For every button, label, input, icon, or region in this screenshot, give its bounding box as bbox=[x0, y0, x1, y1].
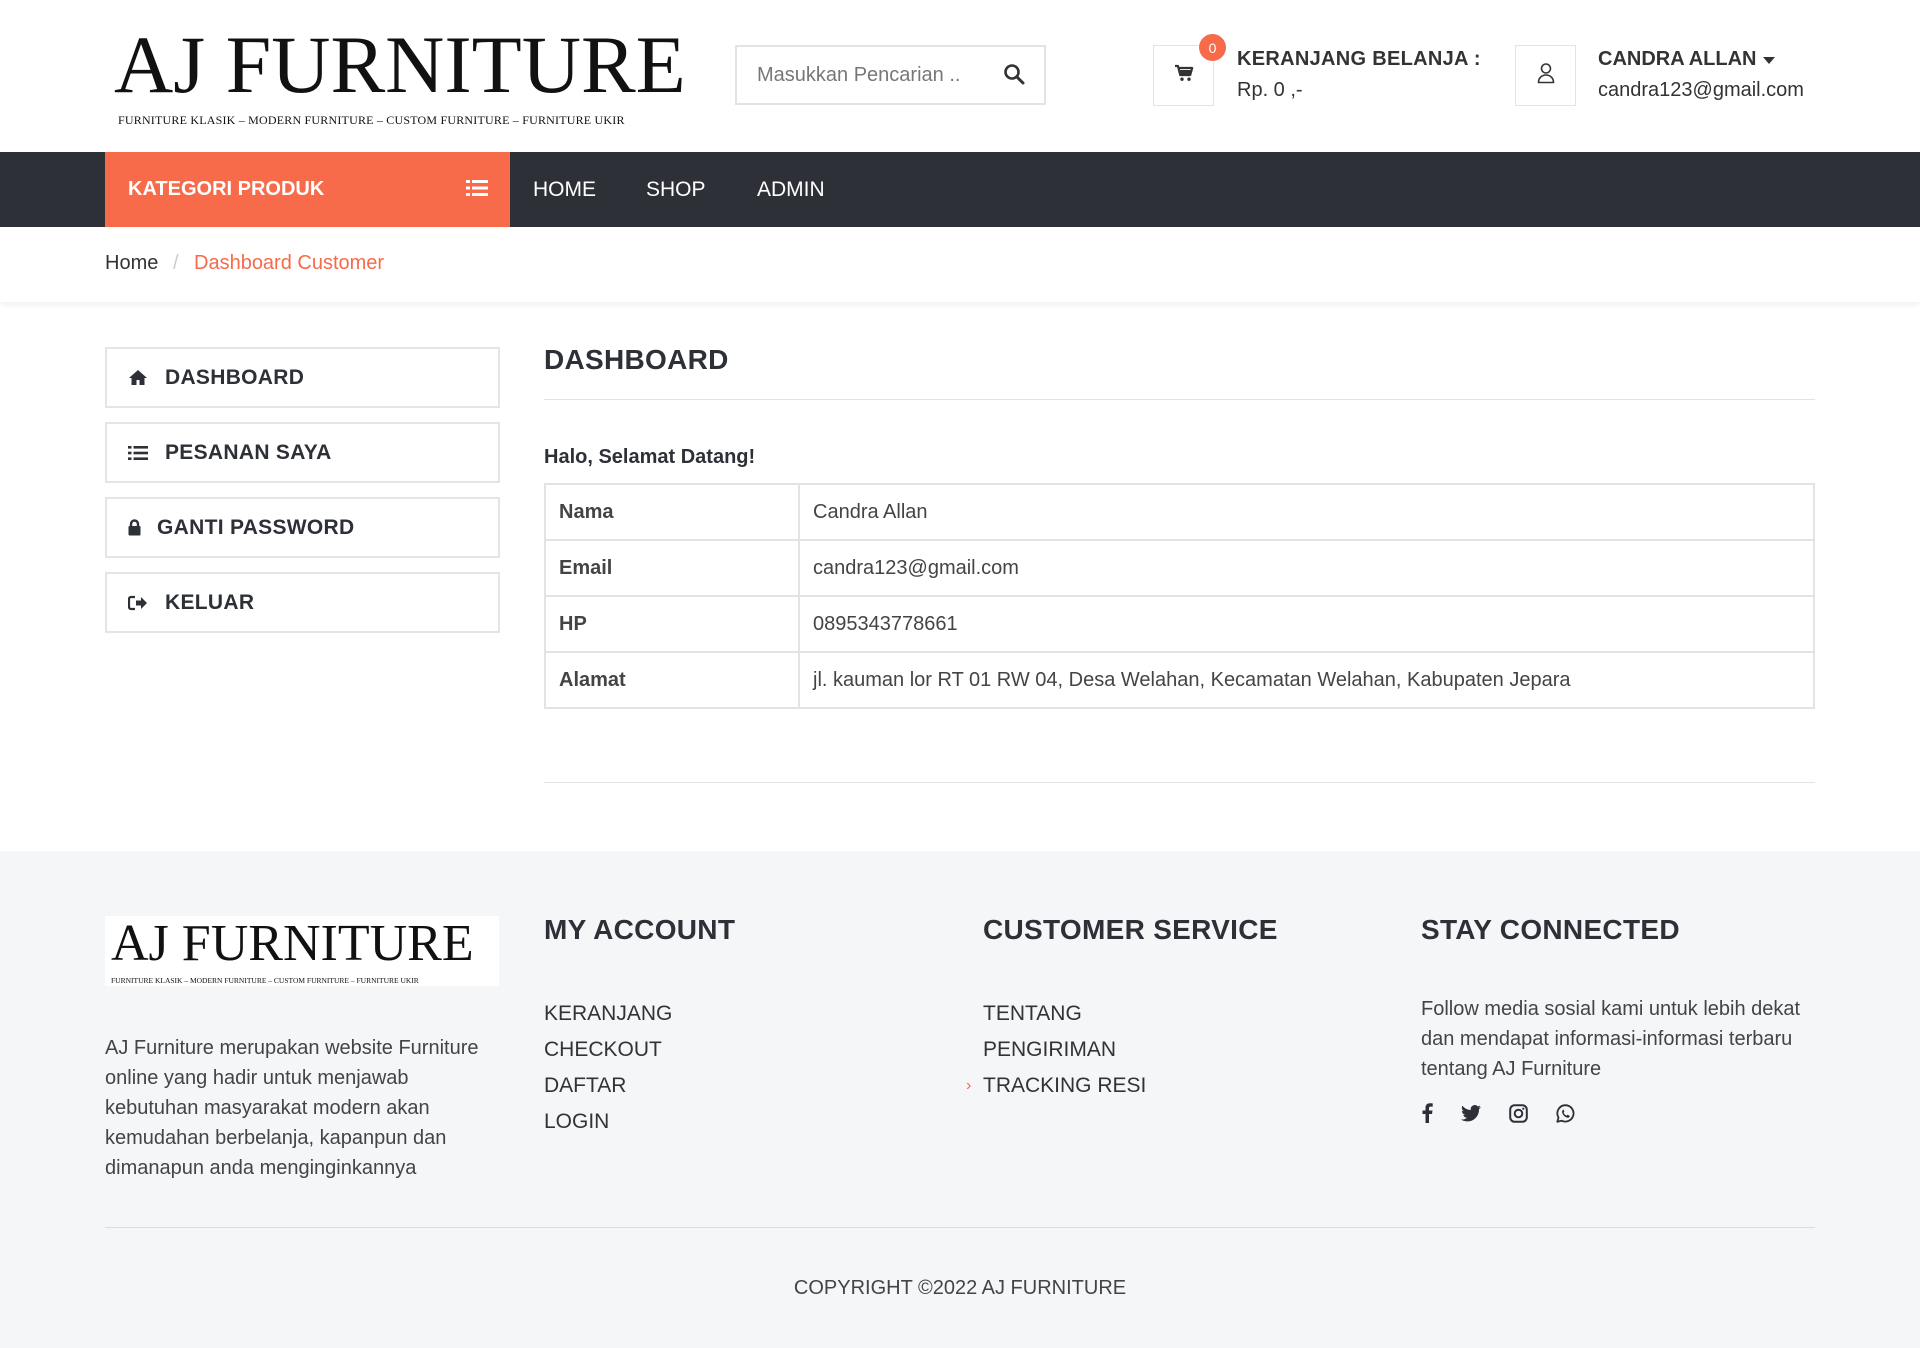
site-header: AJ FURNITURE FURNITURE KLASIK – MODERN F… bbox=[0, 0, 1920, 152]
list-icon bbox=[466, 179, 488, 203]
footer-heading-stay-connected: STAY CONNECTED bbox=[1421, 914, 1680, 945]
divider bbox=[105, 1227, 1815, 1228]
site-footer: AJ FURNITURE FURNITURE KLASIK – MODERN F… bbox=[0, 851, 1920, 1348]
footer-link-daftar[interactable]: DAFTAR bbox=[544, 1068, 672, 1104]
facebook-icon[interactable] bbox=[1416, 1102, 1438, 1124]
sidebar-item-label: DASHBOARD bbox=[165, 365, 305, 389]
table-row: Nama Candra Allan bbox=[544, 483, 1815, 541]
nav-home[interactable]: HOME bbox=[533, 152, 596, 227]
table-key: Email bbox=[544, 539, 800, 597]
category-menu-label: KATEGORI PRODUK bbox=[128, 178, 325, 200]
table-row: Alamat jl. kauman lor RT 01 RW 04, Desa … bbox=[544, 651, 1815, 709]
cart-title[interactable]: KERANJANG BELANJA : bbox=[1237, 48, 1481, 71]
footer-link-pengiriman[interactable]: PENGIRIMAN bbox=[983, 1032, 1146, 1068]
search-input[interactable] bbox=[737, 47, 977, 103]
footer-link-tentang[interactable]: TENTANG bbox=[983, 996, 1146, 1032]
table-row: Email candra123@gmail.com bbox=[544, 539, 1815, 597]
home-icon bbox=[127, 369, 149, 386]
nav-shop[interactable]: SHOP bbox=[646, 152, 706, 227]
breadcrumb: Home / Dashboard Customer bbox=[0, 227, 1920, 302]
footer-stay-connected-text: Follow media sosial kami untuk lebih dek… bbox=[1421, 998, 1801, 1080]
divider bbox=[544, 399, 1815, 400]
category-menu-button[interactable]: KATEGORI PRODUK bbox=[105, 152, 510, 227]
cart-icon bbox=[1174, 64, 1194, 87]
sidebar-item-label: PESANAN SAYA bbox=[165, 440, 332, 464]
footer-link-keranjang[interactable]: KERANJANG bbox=[544, 996, 672, 1032]
sidebar-item-dashboard[interactable]: DASHBOARD bbox=[105, 347, 500, 408]
sidebar-item-pesanan-saya[interactable]: PESANAN SAYA bbox=[105, 422, 500, 483]
twitter-icon[interactable] bbox=[1460, 1102, 1482, 1124]
list-icon bbox=[127, 445, 149, 461]
table-value: jl. kauman lor RT 01 RW 04, Desa Welahan… bbox=[798, 651, 1815, 709]
footer-about: AJ Furniture merupakan website Furniture… bbox=[105, 1037, 479, 1179]
sidebar-item-ganti-password[interactable]: GANTI PASSWORD bbox=[105, 497, 500, 558]
divider bbox=[544, 782, 1815, 783]
sign-out-icon bbox=[127, 595, 149, 611]
table-key: HP bbox=[544, 595, 800, 653]
footer-link-checkout[interactable]: CHECKOUT bbox=[544, 1032, 672, 1068]
main-navbar: KATEGORI PRODUK HOME SHOP ADMIN bbox=[0, 152, 1920, 227]
user-email: candra123@gmail.com bbox=[1598, 79, 1804, 101]
instagram-icon[interactable] bbox=[1507, 1102, 1529, 1124]
footer-logo-tagline: FURNITURE KLASIK – MODERN FURNITURE – CU… bbox=[111, 976, 419, 985]
breadcrumb-home[interactable]: Home bbox=[105, 252, 158, 275]
page-title: DASHBOARD bbox=[544, 344, 729, 375]
copyright-text: COPYRIGHT ©2022 AJ FURNITURE bbox=[793, 1277, 1127, 1299]
breadcrumb-separator: / bbox=[173, 252, 179, 274]
search-box bbox=[735, 45, 1046, 105]
table-row: HP 0895343778661 bbox=[544, 595, 1815, 653]
sidebar-item-keluar[interactable]: KELUAR bbox=[105, 572, 500, 633]
table-value: candra123@gmail.com bbox=[798, 539, 1815, 597]
footer-logo-title: AJ FURNITURE bbox=[111, 915, 474, 972]
table-value: Candra Allan bbox=[798, 483, 1815, 541]
chevron-right-icon: › bbox=[966, 1077, 972, 1094]
footer-link-label: TRACKING RESI bbox=[983, 1074, 1147, 1097]
caret-down-icon bbox=[1762, 48, 1775, 71]
user-menu-toggle[interactable]: CANDRA ALLAN bbox=[1598, 48, 1775, 71]
user-icon bbox=[1536, 62, 1556, 89]
footer-customer-service-links: TENTANG PENGIRIMAN › TRACKING RESI bbox=[966, 996, 1147, 1104]
sidebar-item-label: GANTI PASSWORD bbox=[157, 515, 355, 539]
footer-heading-customer-service: CUSTOMER SERVICE bbox=[983, 914, 1278, 945]
search-icon[interactable] bbox=[1002, 62, 1028, 88]
breadcrumb-current: Dashboard Customer bbox=[194, 252, 385, 274]
logo-tagline: FURNITURE KLASIK – MODERN FURNITURE – CU… bbox=[118, 113, 625, 127]
nav-admin[interactable]: ADMIN bbox=[757, 152, 825, 227]
cart-total: Rp. 0 ,- bbox=[1237, 79, 1303, 101]
sidebar-item-label: KELUAR bbox=[165, 590, 255, 614]
site-logo[interactable]: AJ FURNITURE FURNITURE KLASIK – MODERN F… bbox=[114, 24, 704, 130]
table-value: 0895343778661 bbox=[798, 595, 1815, 653]
customer-info-table: Nama Candra Allan Email candra123@gmail.… bbox=[544, 483, 1815, 709]
cart-count-badge: 0 bbox=[1199, 34, 1226, 61]
logo-title: AJ FURNITURE bbox=[114, 19, 686, 110]
footer-heading-my-account: MY ACCOUNT bbox=[544, 914, 736, 945]
footer-link-tracking-resi[interactable]: › TRACKING RESI bbox=[966, 1068, 1147, 1104]
footer-logo[interactable]: AJ FURNITURE FURNITURE KLASIK – MODERN F… bbox=[105, 916, 499, 986]
footer-my-account-links: KERANJANG CHECKOUT DAFTAR LOGIN bbox=[544, 996, 672, 1140]
user-name: CANDRA ALLAN bbox=[1598, 48, 1757, 70]
user-button[interactable] bbox=[1515, 45, 1576, 106]
whatsapp-icon[interactable] bbox=[1554, 1102, 1576, 1124]
footer-link-login[interactable]: LOGIN bbox=[544, 1104, 672, 1140]
table-key: Nama bbox=[544, 483, 800, 541]
welcome-message: Halo, Selamat Datang! bbox=[544, 446, 756, 468]
lock-icon bbox=[127, 519, 141, 536]
table-key: Alamat bbox=[544, 651, 800, 709]
